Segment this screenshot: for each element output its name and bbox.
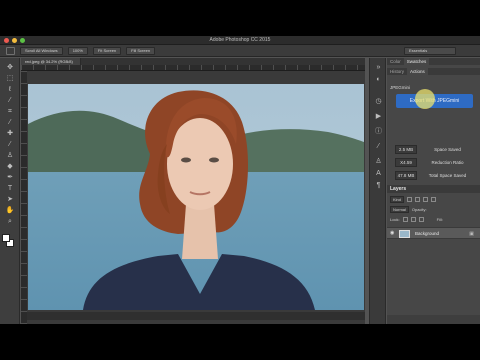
stat-value: 2.5 MB [395, 145, 417, 154]
stat-label: Space Saved [434, 147, 461, 152]
cursor-highlight [415, 89, 435, 109]
color-panel-icon[interactable]: ◐ [374, 76, 383, 84]
type-tool-icon[interactable]: T [5, 185, 15, 193]
layer-name: Background [415, 231, 440, 236]
brush-tool-icon[interactable]: ⁄ [5, 141, 15, 149]
quick-select-tool-icon[interactable]: ⁄ [5, 97, 15, 105]
jpegmini-panel-title: JPEGmini [390, 85, 411, 90]
info-panel-icon[interactable]: ⓘ [374, 128, 383, 136]
foreground-color-swatch[interactable] [2, 234, 10, 242]
tab-history[interactable]: History [387, 68, 407, 75]
pen-tool-icon[interactable]: ✒ [5, 174, 15, 182]
stat-value: X4.59 [395, 158, 417, 167]
marquee-tool-icon[interactable]: ⬚ [5, 75, 15, 83]
hand-tool-icon[interactable] [6, 46, 15, 55]
opacity-label: Opacity: [411, 206, 427, 212]
panel-icon-strip: » ◐ ◷ ▶ ⓘ ⁄ ♙ A ¶ [369, 58, 386, 324]
toolbox: ✥ ⬚ ℓ ⁄ ⌗ ⁄ ✚ ⁄ ♙ ◆ ✒ T ➤ ✋ ⌕ [0, 58, 20, 324]
document-tab[interactable]: red.jpeg @ 34.2% (RGB/8) [21, 58, 81, 65]
video-frame: Adobe Photoshop CC 2015 Scroll All Windo… [0, 0, 480, 360]
panels-dock: Color Swatches History Actions JPEGmini … [387, 58, 480, 324]
lasso-tool-icon[interactable]: ℓ [5, 86, 15, 94]
image-canvas[interactable] [28, 84, 364, 310]
stat-value: 47.8 MB [395, 171, 417, 180]
clone-stamp-tool-icon[interactable]: ♙ [5, 152, 15, 160]
tab-color[interactable]: Color [387, 58, 404, 65]
filter-shape-icon[interactable] [431, 196, 437, 202]
fill-screen-button[interactable]: Fill Screen [126, 46, 156, 55]
lock-label: Lock: [390, 216, 400, 222]
stat-row: 2.5 MB Space Saved [390, 145, 478, 155]
layer-row-background[interactable]: ◉ Background ▣ [387, 227, 480, 239]
eraser-tool-icon[interactable]: ◆ [5, 163, 15, 171]
layers-lock-row: Lock: Fill: [390, 215, 477, 223]
lock-position-icon[interactable] [410, 216, 416, 222]
lock-pixels-icon[interactable] [402, 216, 408, 222]
layers-blend-row: Normal Opacity: [390, 205, 477, 213]
app-title: Adobe Photoshop CC 2015 [209, 37, 271, 43]
tab-actions[interactable]: Actions [407, 68, 428, 75]
actions-panel-icon[interactable]: ▶ [374, 113, 383, 121]
eyedropper-tool-icon[interactable]: ⁄ [5, 119, 15, 127]
lock-icon: ▣ [469, 231, 474, 237]
tab-swatches[interactable]: Swatches [403, 58, 430, 65]
color-swatches-tabs: Color Swatches [387, 58, 480, 65]
layer-thumbnail [399, 230, 410, 238]
photoshop-window: Adobe Photoshop CC 2015 Scroll All Windo… [0, 36, 480, 324]
history-panel-icon[interactable]: ◷ [374, 98, 383, 106]
lock-all-icon[interactable] [418, 216, 424, 222]
clone-source-icon[interactable]: ♙ [374, 158, 383, 166]
crop-tool-icon[interactable]: ⌗ [5, 108, 15, 116]
layers-filter-row: Kind [390, 195, 477, 203]
history-actions-tabs: History Actions [387, 68, 480, 75]
stat-label: Total Space Saved [428, 173, 467, 178]
status-bar [27, 312, 365, 320]
collapse-icon[interactable]: » [374, 64, 383, 72]
stat-row: X4.59 Reduction Ratio [390, 158, 478, 168]
filter-pixel-icon[interactable] [407, 196, 413, 202]
stat-row: 47.8 MB Total Space Saved [390, 171, 478, 181]
move-tool-icon[interactable]: ✥ [5, 64, 15, 72]
fill-label: Fill: [436, 216, 443, 222]
document-tab-strip [81, 58, 365, 65]
path-select-tool-icon[interactable]: ➤ [5, 196, 15, 204]
zoom-tool-icon[interactable]: ⌕ [5, 218, 15, 226]
hand-tool-icon-2[interactable]: ✋ [5, 207, 15, 215]
layers-bottom-toolbar [387, 315, 480, 324]
paragraph-panel-icon[interactable]: ¶ [374, 182, 383, 190]
fit-screen-button[interactable]: Fit Screen [92, 46, 122, 55]
brush-panel-icon[interactable]: ⁄ [374, 143, 383, 151]
layers-panel-title[interactable]: Layers [387, 185, 480, 193]
portrait-photo [28, 84, 364, 310]
scroll-all-windows-button[interactable]: Scroll All Windows [20, 46, 63, 55]
options-bar: Scroll All Windows 100% Fit Screen Fill … [0, 45, 480, 57]
layer-filter-kind[interactable]: Kind [390, 195, 405, 203]
workspace-select[interactable]: Essentials [404, 46, 456, 55]
title-bar: Adobe Photoshop CC 2015 [0, 36, 480, 45]
zoom-100-button[interactable]: 100% [67, 46, 88, 55]
blend-mode-select[interactable]: Normal [390, 205, 409, 213]
stat-label: Reduction Ratio [431, 160, 464, 165]
filter-type-icon[interactable] [423, 196, 429, 202]
character-panel-icon[interactable]: A [374, 170, 383, 178]
healing-brush-tool-icon[interactable]: ✚ [5, 130, 15, 138]
filter-adjustment-icon[interactable] [415, 196, 421, 202]
visibility-eye-icon[interactable]: ◉ [390, 231, 394, 236]
